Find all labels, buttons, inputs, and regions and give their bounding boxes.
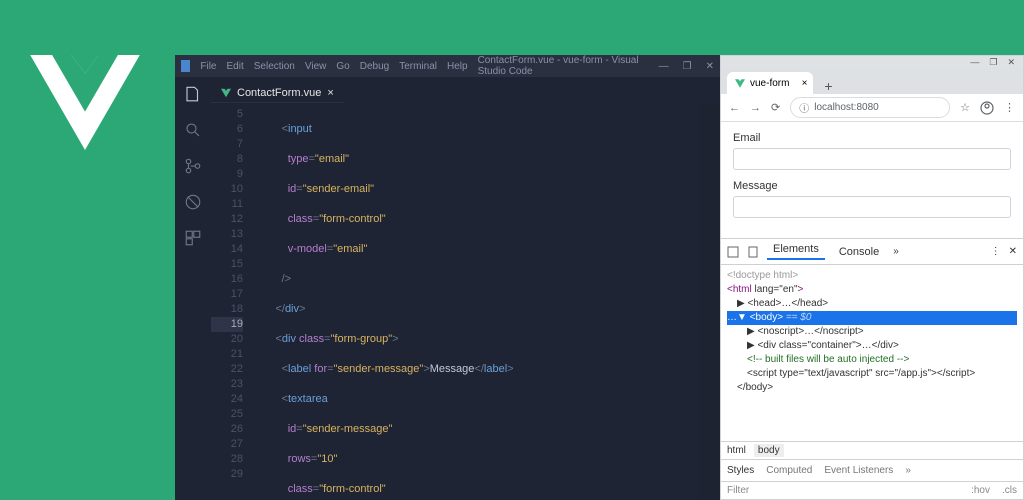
minimize-icon[interactable]: —	[970, 57, 979, 67]
email-label: Email	[733, 132, 1011, 144]
minimize-icon[interactable]: —	[659, 61, 669, 72]
browser-toolbar: ← → ⟳ ⓘ localhost:8080 ☆ ⋮	[721, 94, 1023, 122]
line-gutter: 5678910111213141516171819202122232425262…	[211, 103, 251, 500]
tab-label: vue-form	[750, 78, 789, 89]
menu-edit[interactable]: Edit	[227, 61, 244, 72]
code-editor[interactable]: 5678910111213141516171819202122232425262…	[211, 103, 720, 500]
back-icon[interactable]: ←	[729, 102, 740, 114]
tabs-overflow-icon[interactable]: »	[905, 465, 911, 476]
search-icon[interactable]	[184, 121, 202, 139]
menu-terminal[interactable]: Terminal	[399, 61, 437, 72]
message-field[interactable]	[733, 196, 1011, 218]
message-label: Message	[733, 180, 1011, 192]
tabs-overflow-icon[interactable]: »	[893, 246, 899, 257]
filter-input[interactable]: Filter	[727, 485, 749, 496]
tab-close-icon[interactable]: ×	[327, 87, 333, 99]
vscode-icon	[181, 60, 190, 72]
email-field[interactable]	[733, 148, 1011, 170]
page-content: Email Message	[721, 122, 1023, 238]
activity-bar	[175, 77, 211, 500]
reload-icon[interactable]: ⟳	[771, 101, 780, 114]
breadcrumb-html[interactable]: html	[727, 445, 746, 456]
close-icon[interactable]: ✕	[1007, 57, 1015, 68]
code-lines: <input type="email" id="sender-email" cl…	[251, 103, 698, 500]
close-icon[interactable]: ✕	[706, 61, 714, 72]
device-icon[interactable]	[747, 246, 759, 258]
hov-toggle[interactable]: :hov	[971, 485, 990, 496]
maximize-icon[interactable]: ❐	[683, 61, 692, 72]
tab-label: ContactForm.vue	[237, 87, 321, 99]
vue-file-icon	[221, 88, 231, 98]
styles-filter-bar: Filter :hov .cls	[721, 481, 1023, 499]
browser-tab[interactable]: vue-form ×	[727, 72, 813, 94]
editor-tab-bar: ContactForm.vue ×	[211, 77, 720, 103]
address-bar[interactable]: ⓘ localhost:8080	[790, 97, 950, 118]
debug-icon[interactable]	[184, 193, 202, 211]
tab-styles[interactable]: Styles	[727, 465, 754, 476]
browser-tab-strip: vue-form × +	[721, 68, 1023, 94]
tab-console[interactable]: Console	[833, 246, 885, 258]
url-text: localhost:8080	[814, 102, 879, 113]
maximize-icon[interactable]: ❐	[989, 57, 997, 68]
vscode-title-bar[interactable]: File Edit Selection View Go Debug Termin…	[175, 55, 720, 77]
menu-file[interactable]: File	[200, 61, 216, 72]
menu-icon[interactable]: ⋮	[991, 246, 1001, 257]
menu-go[interactable]: Go	[336, 61, 349, 72]
tab-event-listeners[interactable]: Event Listeners	[824, 465, 893, 476]
minimap[interactable]	[698, 103, 720, 500]
menu-icon[interactable]: ⋮	[1004, 101, 1015, 114]
menu-help[interactable]: Help	[447, 61, 468, 72]
site-info-icon[interactable]: ⓘ	[799, 100, 809, 115]
window-title: ContactForm.vue - vue-form - Visual Stud…	[478, 55, 649, 77]
explorer-icon[interactable]	[184, 85, 202, 103]
new-tab-button[interactable]: +	[819, 78, 837, 94]
devtools-panel: Elements Console » ⋮ ✕ <!doctype html> <…	[721, 238, 1023, 499]
menu-debug[interactable]: Debug	[360, 61, 389, 72]
browser-title-bar[interactable]: — ❐ ✕	[721, 56, 1023, 68]
vue-logo	[30, 55, 140, 150]
browser-window: — ❐ ✕ vue-form × + ← → ⟳ ⓘ localhost:808…	[720, 55, 1024, 500]
close-icon[interactable]: ✕	[1009, 246, 1017, 257]
inspect-icon[interactable]	[727, 246, 739, 258]
menu-selection[interactable]: Selection	[254, 61, 295, 72]
tab-computed[interactable]: Computed	[766, 465, 812, 476]
vue-favicon	[735, 79, 745, 88]
extensions-icon[interactable]	[184, 229, 202, 247]
bookmark-icon[interactable]: ☆	[960, 101, 970, 114]
dom-breadcrumb[interactable]: html body	[721, 441, 1023, 459]
editor-tab[interactable]: ContactForm.vue ×	[211, 82, 344, 103]
dom-tree[interactable]: <!doctype html> <html lang="en"> ▶ <head…	[721, 265, 1023, 441]
breadcrumb-body[interactable]: body	[754, 444, 784, 457]
source-control-icon[interactable]	[184, 157, 202, 175]
styles-tabs: Styles Computed Event Listeners »	[721, 459, 1023, 481]
devtools-toolbar: Elements Console » ⋮ ✕	[721, 239, 1023, 265]
cls-toggle[interactable]: .cls	[1002, 485, 1017, 496]
tab-elements[interactable]: Elements	[767, 243, 825, 260]
profile-icon[interactable]	[980, 101, 994, 115]
tab-close-icon[interactable]: ×	[802, 78, 808, 89]
forward-icon[interactable]: →	[750, 102, 761, 114]
vscode-window: File Edit Selection View Go Debug Termin…	[175, 55, 720, 500]
menu-view[interactable]: View	[305, 61, 327, 72]
